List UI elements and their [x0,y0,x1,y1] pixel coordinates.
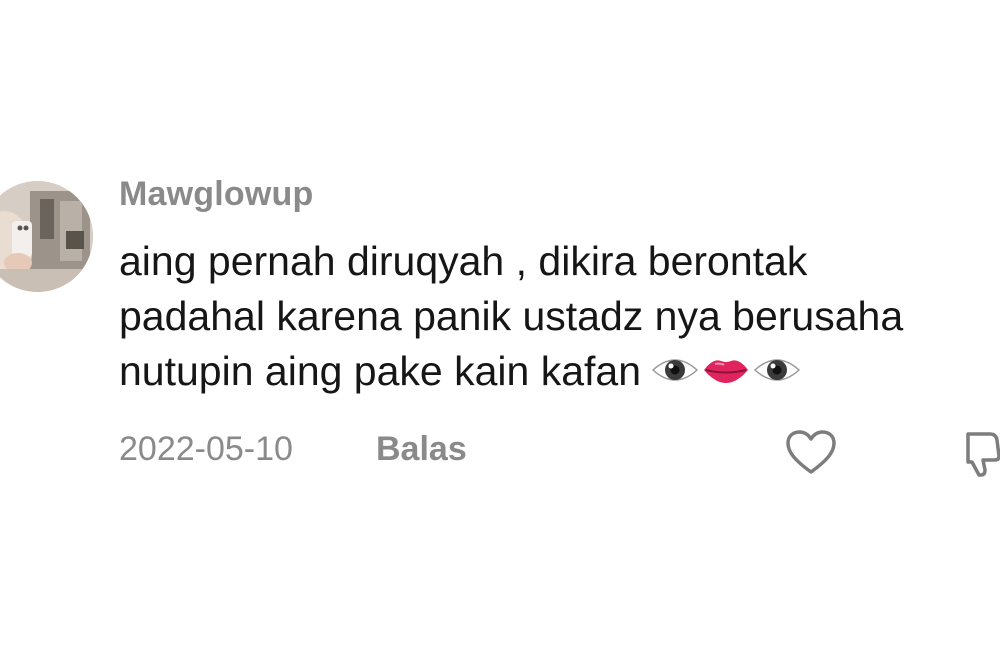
comment-text-line: aing pernah diruqyah , dikira berontak [119,238,808,284]
comment-text-line: padahal karena panik ustadz nya berusaha [119,293,904,339]
avatar-photo [0,181,93,292]
comment-text-line-last: nutupin aing pake kain kafan [119,344,1000,399]
emoji-group [651,353,801,387]
lips-emoji-icon [704,360,749,384]
comment-screen: Mawglowup aing pernah diruqyah , dikira … [0,0,1000,667]
comment-text: aing pernah diruqyah , dikira berontak p… [119,234,1000,399]
comment-date: 2022-05-10 [119,430,293,468]
comment-text-line: nutupin aing pake kain kafan [119,348,642,394]
thumbs-down-outline-icon [966,432,1000,477]
dislike-button[interactable] [960,428,1000,478]
like-button[interactable] [783,428,839,478]
reply-button[interactable]: Balas [376,430,467,469]
eye-emoji-icon [753,359,801,381]
heart-outline-icon [786,430,836,474]
avatar[interactable] [0,181,93,292]
eye-emoji-icon [651,359,699,381]
username[interactable]: Mawglowup [119,175,313,214]
comment-item: Mawglowup aing pernah diruqyah , dikira … [0,0,1000,667]
